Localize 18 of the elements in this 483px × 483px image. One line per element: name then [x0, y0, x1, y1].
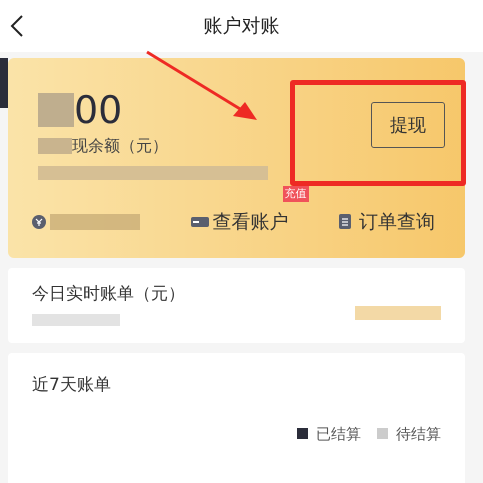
view-account-link[interactable]: 查看账户 — [212, 208, 288, 236]
dark-edge — [0, 58, 8, 108]
clipboard-icon — [339, 214, 351, 230]
legend-label: 待结算 — [396, 424, 441, 444]
balance-label: 现余额（元） — [72, 135, 168, 157]
card-icon — [190, 216, 208, 227]
week-bill-title: 近7天账单 — [32, 374, 112, 397]
back-icon[interactable] — [10, 14, 24, 38]
withdraw-button[interactable]: 提现 — [371, 102, 445, 148]
order-query-link[interactable]: 订单查询 — [359, 208, 435, 236]
pixelated-area — [38, 93, 74, 127]
pixelated-area — [38, 138, 72, 154]
legend-label: 已结算 — [316, 424, 361, 444]
today-bill-title: 今日实时账单（元） — [32, 283, 185, 306]
balance-amount: 00 — [74, 88, 122, 132]
recharge-badge: 充值 — [282, 186, 308, 202]
yen-coin-icon — [32, 214, 46, 229]
page-title: 账户对账 — [204, 14, 280, 39]
